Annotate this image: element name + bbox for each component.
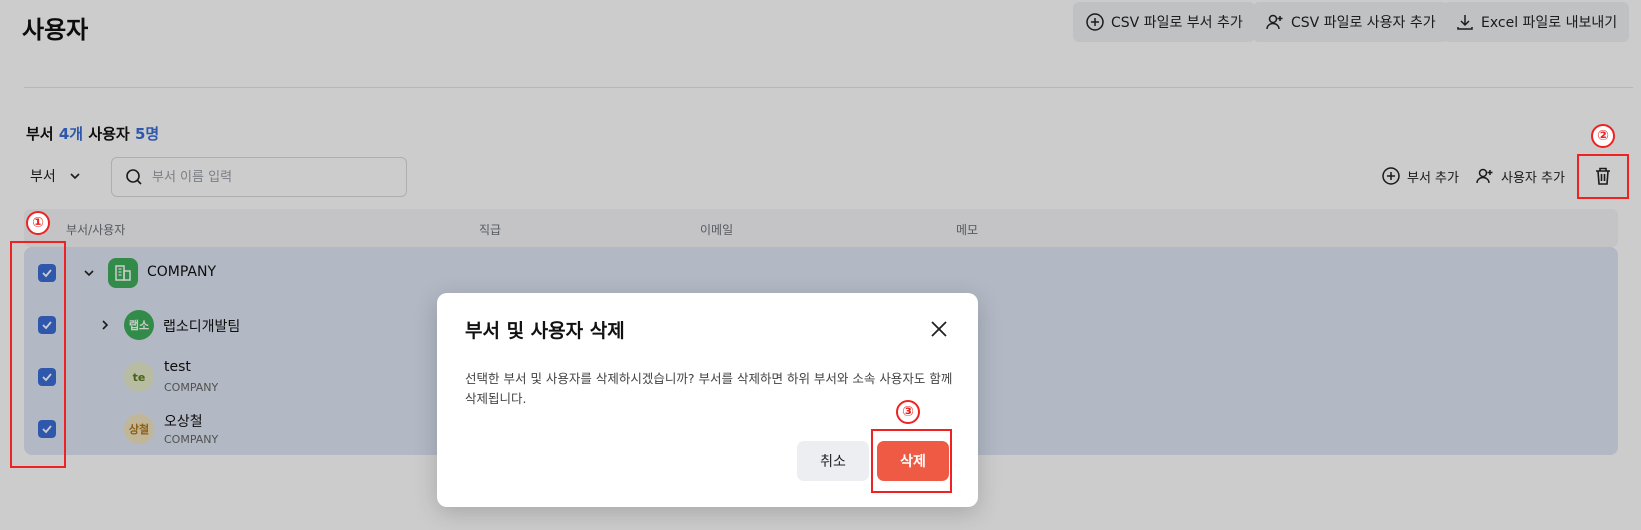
dialog-title: 부서 및 사용자 삭제 [465,320,625,342]
step-marker: ② [1591,124,1615,148]
step-marker: ① [26,211,50,235]
close-icon[interactable] [928,318,950,340]
step-marker: ③ [896,400,920,424]
cancel-button[interactable]: 취소 [797,441,869,481]
trash-highlight-box [1577,154,1629,199]
checkbox-highlight-box [10,241,66,468]
dialog-message: 선택한 부서 및 사용자를 삭제하시겠습니까? 부서를 삭제하면 하위 부서와 … [465,371,953,406]
delete-highlight-box [871,429,952,493]
users-page: 사용자 CSV 파일로 부서 추가 CSV 파일로 사용자 추가 Excel 파… [0,0,1641,530]
